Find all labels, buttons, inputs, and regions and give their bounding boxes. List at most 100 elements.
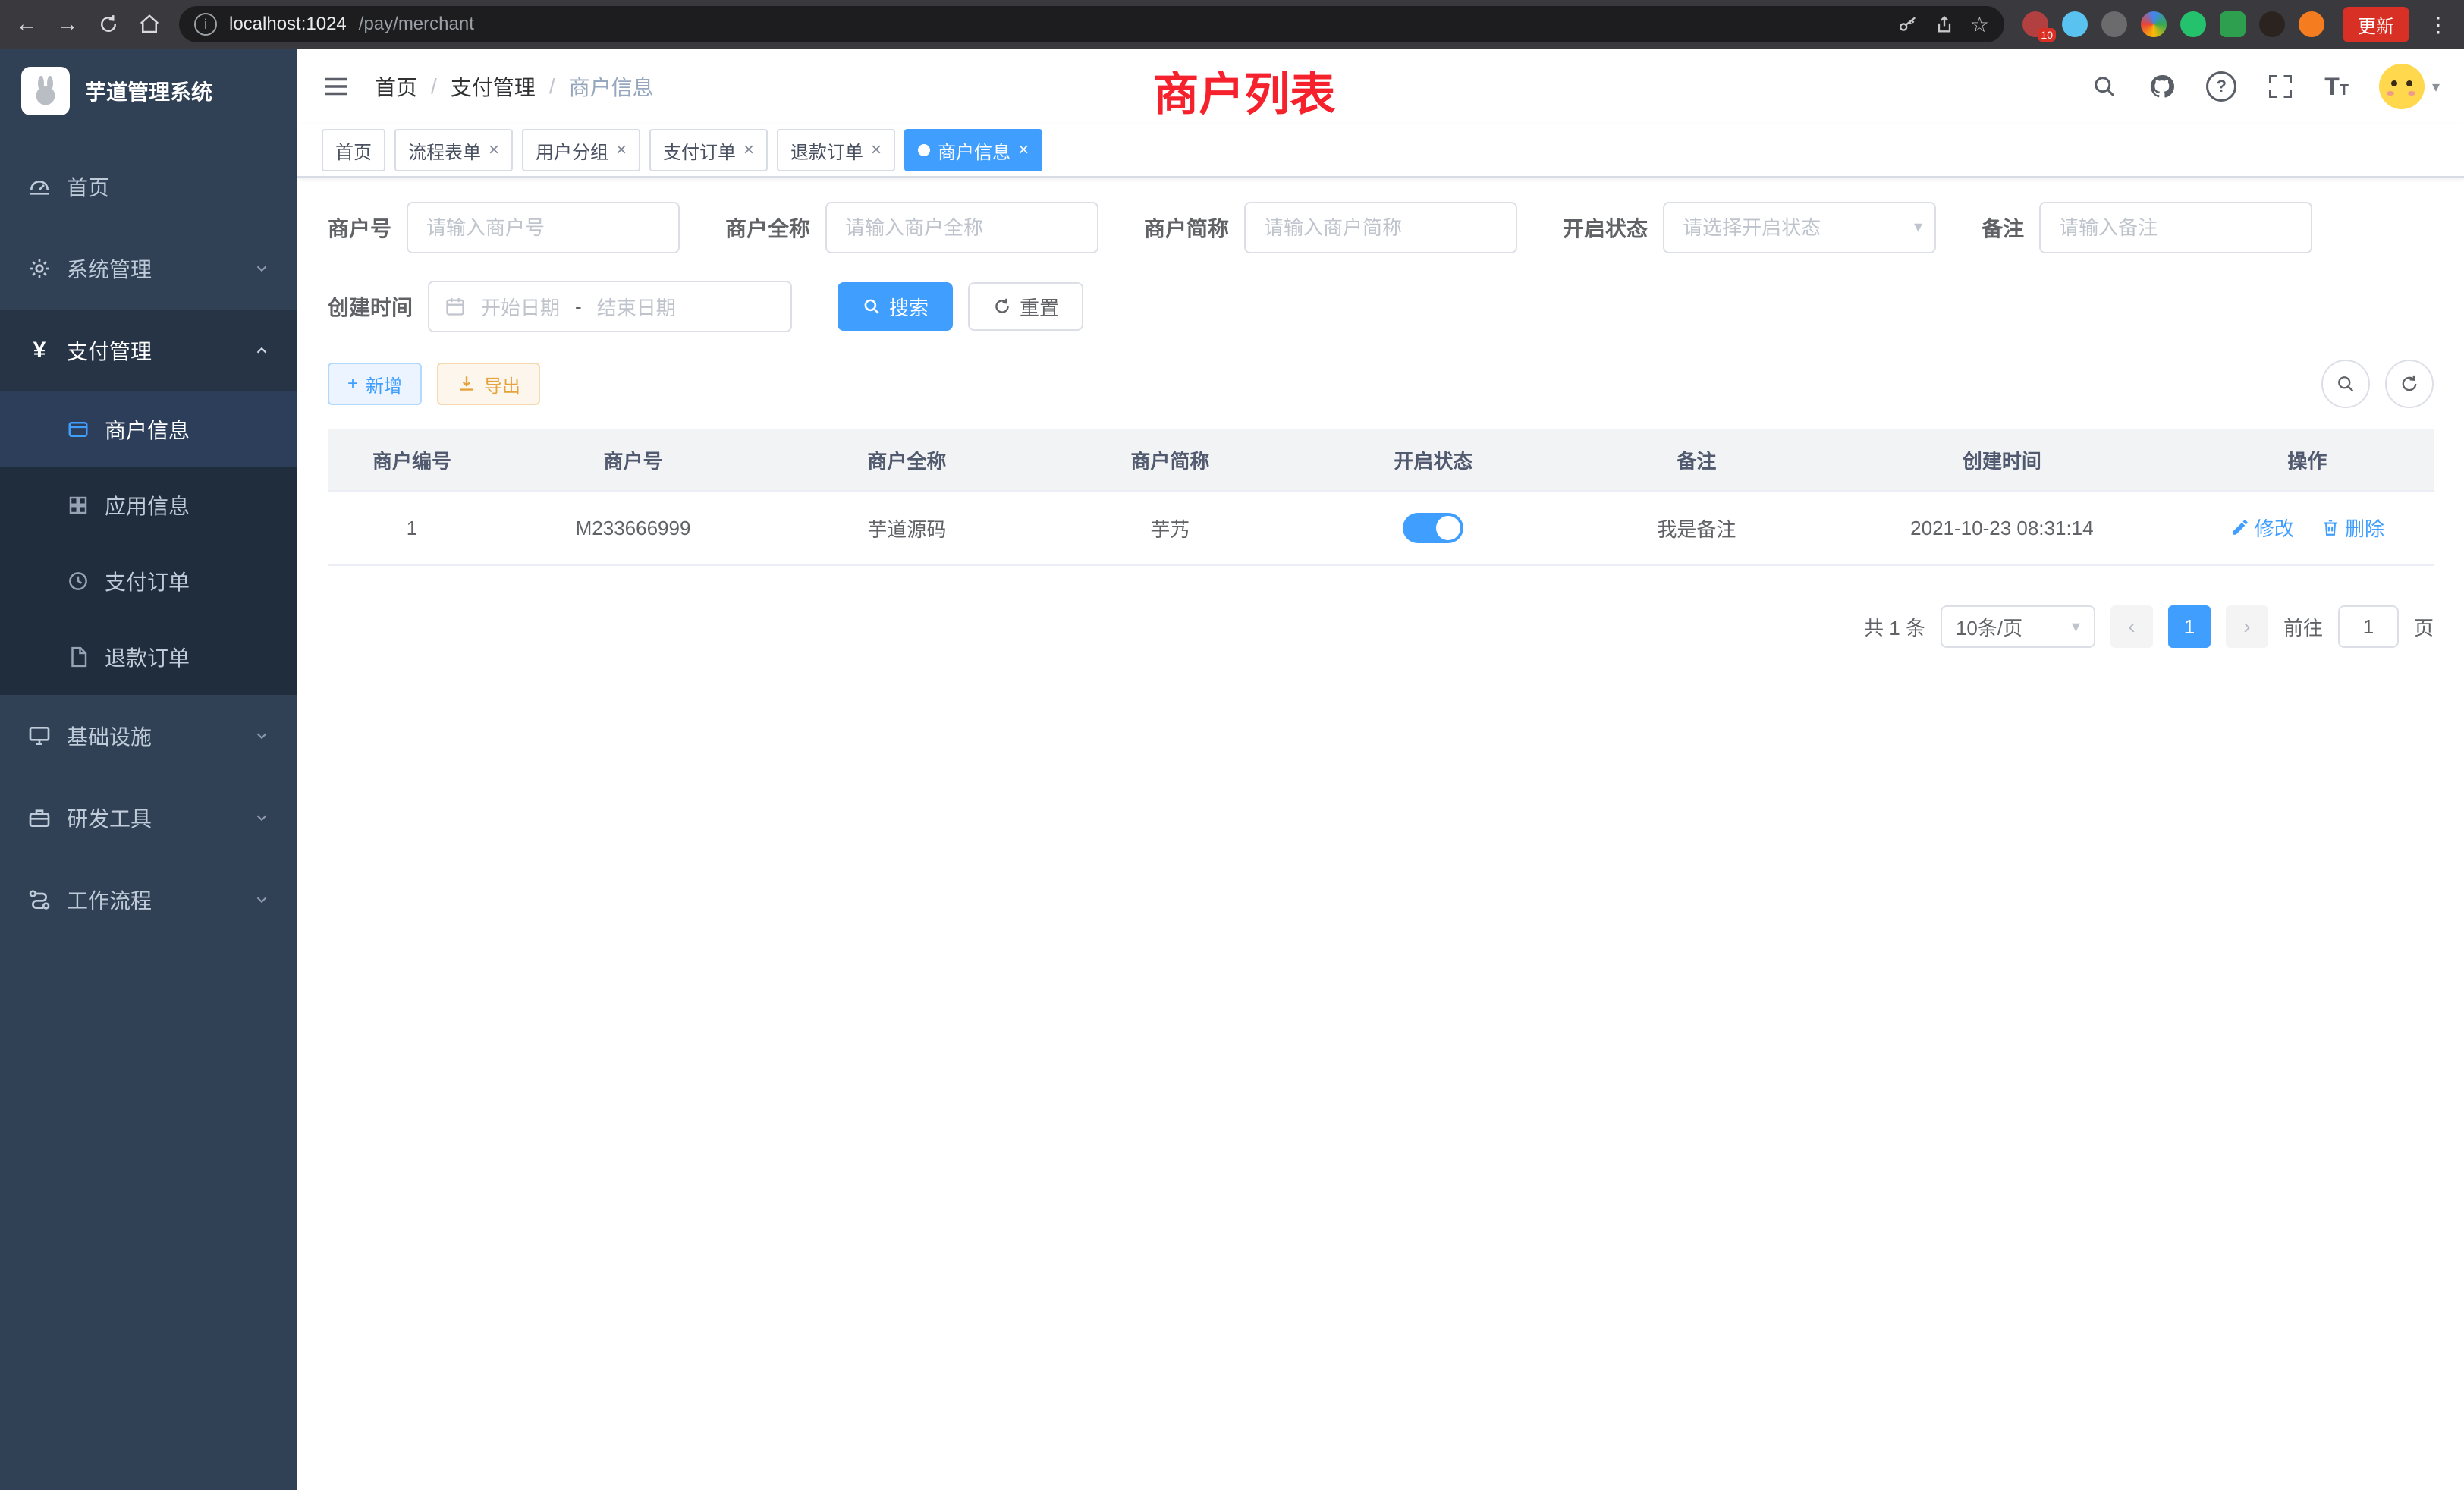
close-icon[interactable]: ×: [1018, 140, 1029, 161]
breadcrumb-merchant-info: 商户信息: [569, 71, 654, 102]
page-number-1[interactable]: 1: [2168, 605, 2211, 648]
back-icon[interactable]: ←: [15, 13, 38, 36]
tab-refund-orders[interactable]: 退款订单×: [777, 129, 895, 171]
pencil-icon: [2230, 517, 2250, 537]
col-full-name: 商户全称: [770, 429, 1044, 491]
cell-full-name: 芋道源码: [770, 491, 1044, 565]
clock-icon: [67, 570, 90, 593]
sidebar-item-dev-tools[interactable]: 研发工具: [0, 777, 297, 859]
extension-icon[interactable]: [2101, 11, 2127, 37]
close-icon[interactable]: ×: [489, 140, 499, 161]
next-page-button[interactable]: ›: [2226, 605, 2268, 648]
address-bar[interactable]: i localhost:1024/pay/merchant ☆: [179, 6, 2004, 42]
short-name-input[interactable]: [1244, 202, 1517, 253]
extension-icon[interactable]: [2141, 11, 2167, 37]
tab-merchant-info[interactable]: 商户信息×: [904, 129, 1042, 171]
extension-icon[interactable]: [2062, 11, 2088, 37]
remark-label: 备注: [1982, 212, 2024, 243]
close-icon[interactable]: ×: [871, 140, 882, 161]
cell-merchant-no: M233666999: [496, 491, 770, 565]
sidebar-item-refund-orders[interactable]: 退款订单: [0, 619, 297, 695]
search-icon[interactable]: [2091, 73, 2118, 100]
page-content: 商户号 商户全称 商户简称 开启状态: [297, 178, 2464, 1490]
cell-merchant-id: 1: [328, 491, 496, 565]
browser-update-button[interactable]: 更新: [2343, 7, 2409, 42]
reload-icon[interactable]: [97, 13, 120, 36]
reset-button[interactable]: 重置: [968, 282, 1083, 331]
app-logo[interactable]: 芋道管理系统: [0, 49, 297, 134]
prev-page-button[interactable]: ‹: [2110, 605, 2153, 648]
merchant-no-input[interactable]: [407, 202, 680, 253]
fullscreen-icon[interactable]: [2267, 73, 2294, 100]
chevron-up-icon: [253, 342, 270, 359]
table-row: 1 M233666999 芋道源码 芋艿 我是备注 2021-10-23 08:…: [328, 491, 2434, 565]
status-toggle[interactable]: [1403, 513, 1463, 543]
export-button[interactable]: 导出: [437, 363, 540, 405]
sidebar-item-infrastructure[interactable]: 基础设施: [0, 695, 297, 777]
col-merchant-no: 商户号: [496, 429, 770, 491]
browser-toolbar: ← → i localhost:1024/pay/merchant ☆ 10: [0, 0, 2464, 49]
delete-link[interactable]: 删除: [2321, 514, 2384, 542]
tab-user-group[interactable]: 用户分组×: [522, 129, 640, 171]
end-date-placeholder: 结束日期: [597, 293, 676, 321]
font-size-icon[interactable]: TT: [2324, 73, 2349, 101]
breadcrumb-home[interactable]: 首页: [375, 71, 417, 102]
sidebar-item-home[interactable]: 首页: [0, 146, 297, 228]
extension-icon[interactable]: [2259, 11, 2285, 37]
tab-home[interactable]: 首页: [322, 129, 385, 171]
github-icon[interactable]: [2148, 73, 2176, 100]
page-size-select[interactable]: 10条/页 ▾: [1941, 605, 2095, 648]
forward-icon[interactable]: →: [56, 13, 79, 36]
toggle-search-button[interactable]: [2321, 360, 2370, 408]
goto-unit: 页: [2414, 613, 2434, 641]
tab-process-form[interactable]: 流程表单×: [394, 129, 513, 171]
create-time-range-picker[interactable]: 开始日期 - 结束日期: [428, 281, 792, 332]
cell-create-time: 2021-10-23 08:31:14: [1823, 491, 2181, 565]
refresh-icon: [2399, 373, 2420, 395]
sidebar-item-payment[interactable]: ¥ 支付管理: [0, 310, 297, 391]
sidebar-item-workflow[interactable]: 工作流程: [0, 859, 297, 941]
sidebar-item-app-info[interactable]: 应用信息: [0, 467, 297, 543]
full-name-label: 商户全称: [725, 212, 810, 243]
goto-page-input[interactable]: [2338, 605, 2399, 648]
extension-icon[interactable]: [2220, 11, 2246, 37]
col-remark: 备注: [1570, 429, 1823, 491]
document-icon: [67, 646, 90, 668]
close-icon[interactable]: ×: [616, 140, 627, 161]
tags-view-bar: 首页 流程表单× 用户分组× 支付订单× 退款订单× 商户信息×: [297, 124, 2464, 178]
col-merchant-id: 商户编号: [328, 429, 496, 491]
sidebar-item-system[interactable]: 系统管理: [0, 228, 297, 310]
full-name-input[interactable]: [825, 202, 1098, 253]
edit-link[interactable]: 修改: [2230, 514, 2294, 542]
help-icon[interactable]: ?: [2206, 71, 2236, 102]
sidebar-item-merchant-info[interactable]: 商户信息: [0, 391, 297, 467]
close-icon[interactable]: ×: [743, 140, 754, 161]
breadcrumb-payment[interactable]: 支付管理: [451, 71, 536, 102]
sidebar-item-pay-orders[interactable]: 支付订单: [0, 543, 297, 619]
home-icon[interactable]: [138, 13, 161, 36]
tab-pay-orders[interactable]: 支付订单×: [649, 129, 768, 171]
extension-icon[interactable]: 10: [2022, 11, 2048, 37]
gear-icon: [27, 256, 52, 281]
url-path: /pay/merchant: [359, 14, 474, 35]
toolbox-icon: [27, 806, 52, 830]
remark-input[interactable]: [2039, 202, 2312, 253]
hamburger-icon[interactable]: [322, 72, 350, 101]
user-avatar: [2379, 64, 2425, 109]
chevron-down-icon: [253, 809, 270, 826]
key-icon[interactable]: [1897, 14, 1919, 35]
extension-icon[interactable]: [2299, 11, 2324, 37]
refresh-table-button[interactable]: [2385, 360, 2434, 408]
add-button[interactable]: + 新增: [328, 363, 422, 405]
status-select[interactable]: [1663, 202, 1936, 253]
site-info-icon[interactable]: i: [194, 13, 217, 36]
search-button[interactable]: 搜索: [838, 282, 953, 331]
refresh-icon: [992, 297, 1012, 316]
logo-avatar: [21, 67, 70, 115]
active-dot: [918, 144, 930, 156]
bookmark-star-icon[interactable]: ☆: [1970, 12, 1989, 37]
browser-menu-icon[interactable]: ⋮: [2428, 12, 2449, 37]
share-icon[interactable]: [1934, 14, 1955, 35]
extension-icon[interactable]: [2180, 11, 2206, 37]
user-menu[interactable]: ▾: [2379, 64, 2440, 109]
